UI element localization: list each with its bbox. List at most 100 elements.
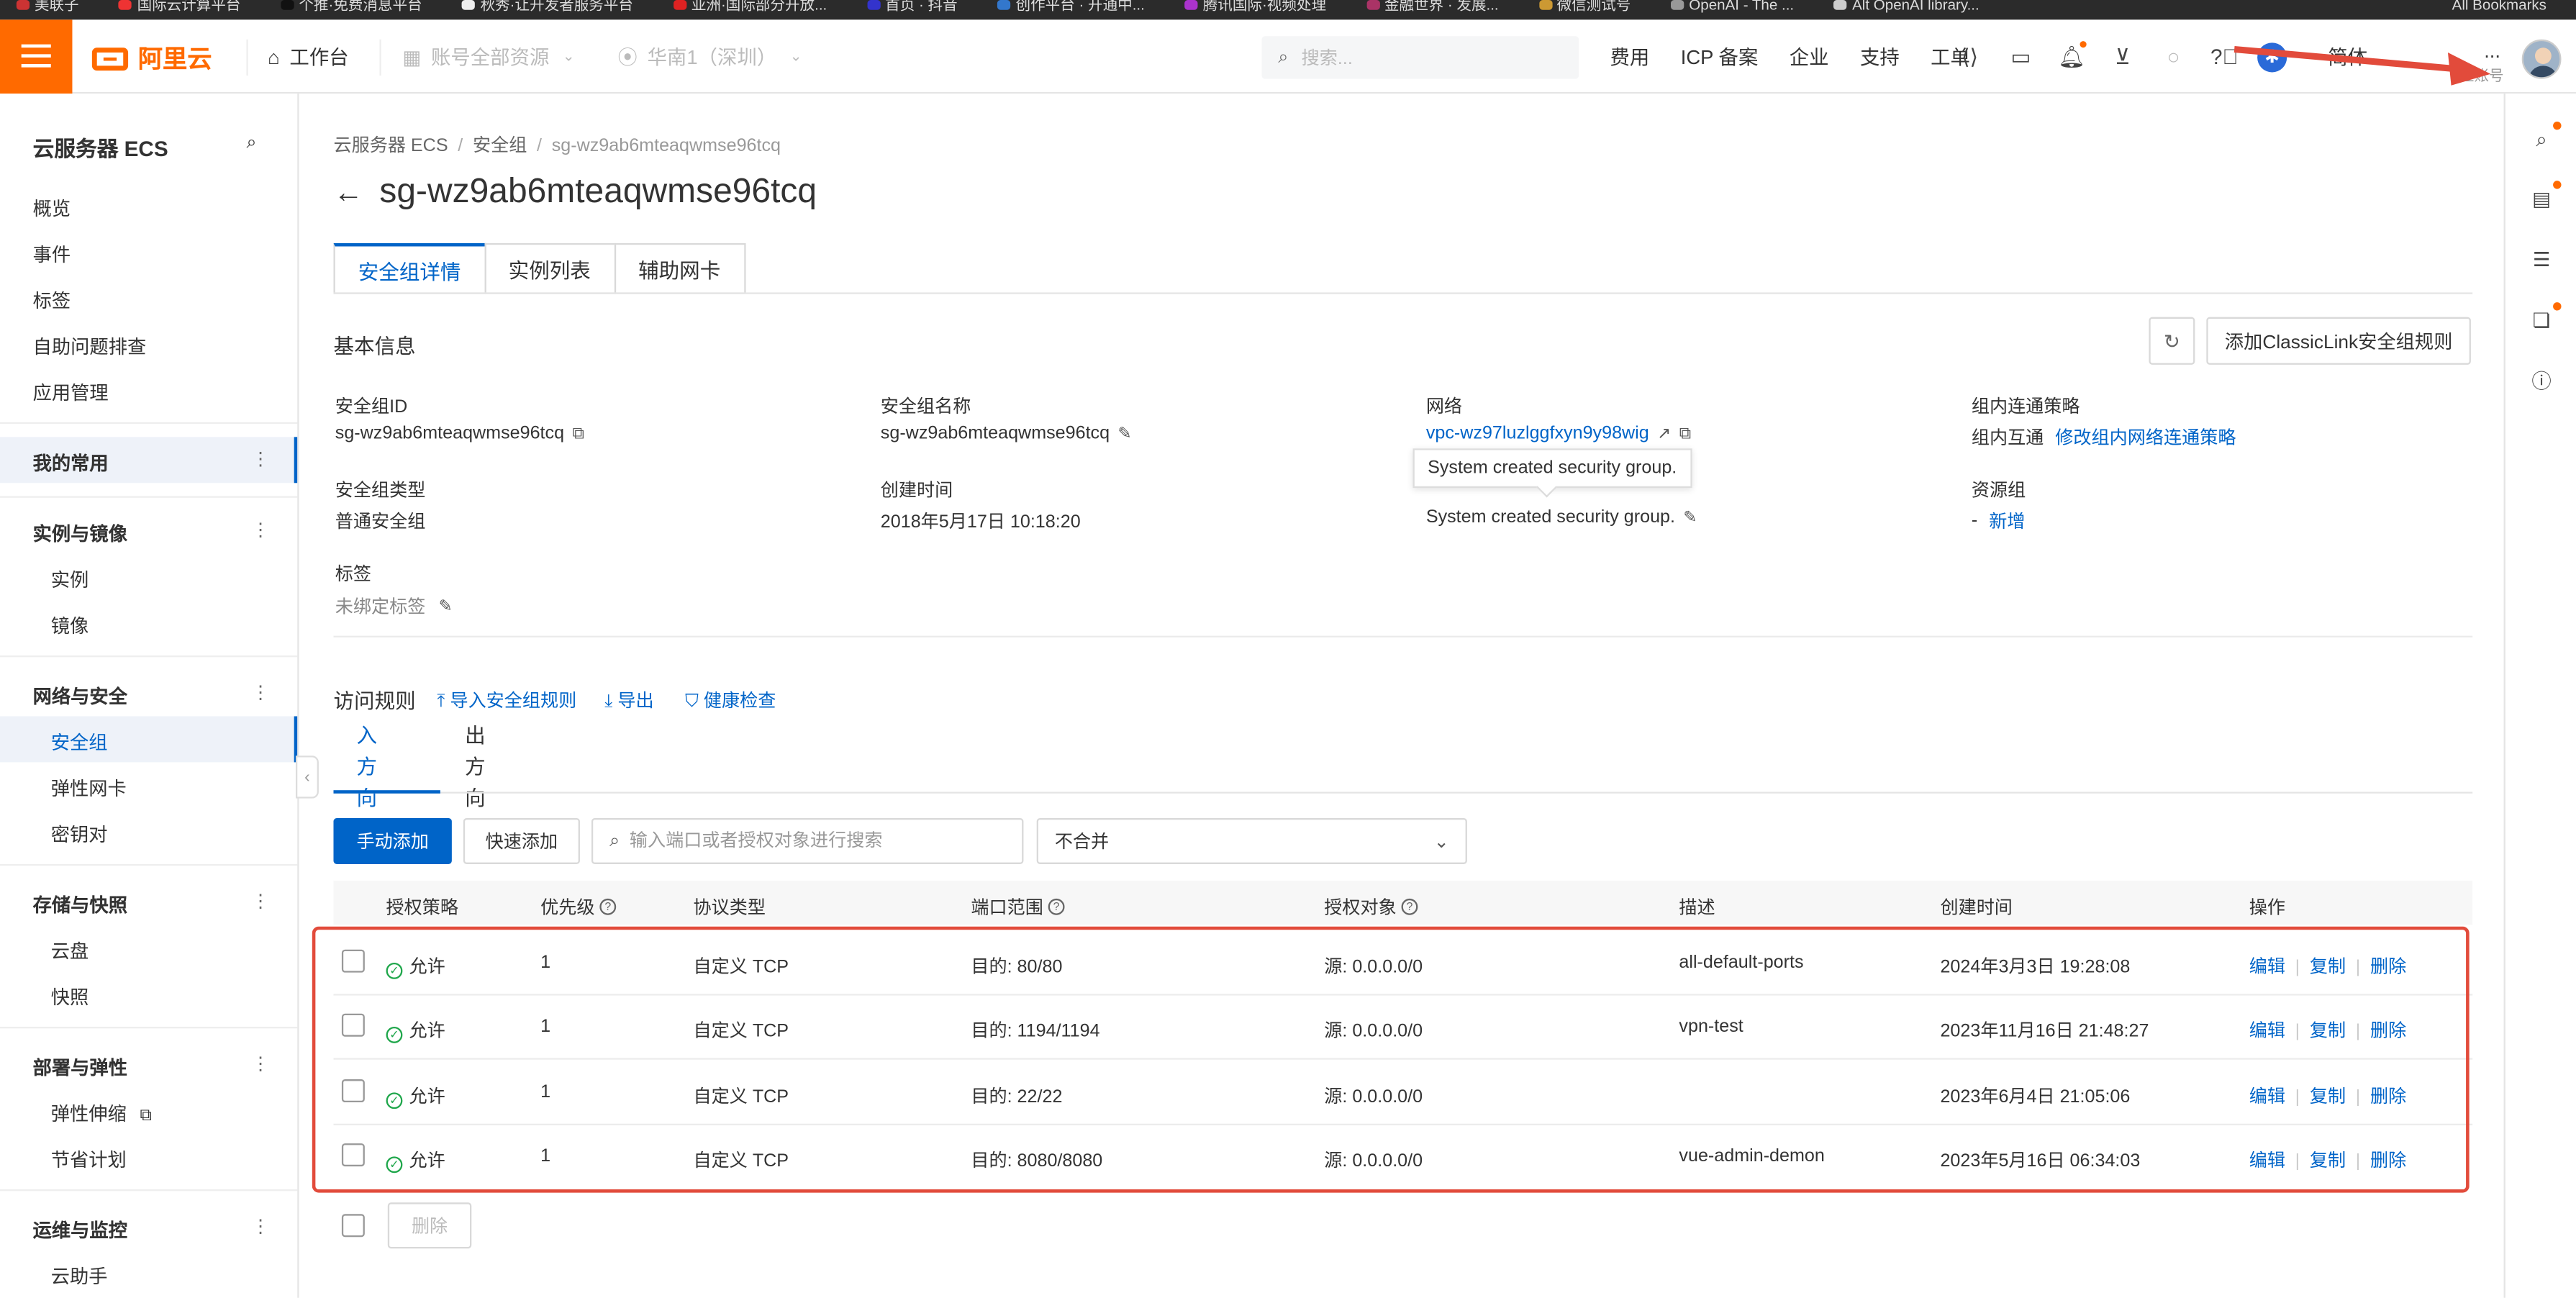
sidebar-item-cloud-assistant[interactable]: 云助手 [51, 1263, 108, 1290]
vpc-link[interactable]: vpc-wz97luzlggfxyn9y98wig [1426, 424, 1649, 443]
sidebar-item-instances[interactable]: 实例 [51, 567, 89, 594]
bookmark-item[interactable]: 金融世界 · 发展... [1350, 0, 1515, 12]
breadcrumb-security-group[interactable]: 安全组 [473, 137, 527, 156]
terminal-icon[interactable]: ▭ [2003, 39, 2038, 75]
row-checkbox[interactable] [341, 949, 365, 973]
copy-button[interactable]: 复制 [2310, 958, 2346, 977]
checklist-icon[interactable]: ☰ [2529, 246, 2555, 273]
delete-button[interactable]: 删除 [2370, 1152, 2406, 1171]
sidebar-section-instances[interactable]: 实例与镜像 [33, 521, 127, 548]
bookmark-item[interactable]: 创作平台 · 开通中... [981, 0, 1161, 12]
sidebar-item-disks[interactable]: 云盘 [51, 938, 89, 965]
delete-button[interactable]: 删除 [2370, 958, 2406, 977]
copy-button[interactable]: 复制 [2310, 1087, 2346, 1107]
bookmark-item[interactable]: 个推·免费消息平台 [264, 0, 438, 12]
refresh-button[interactable]: ↻ [2149, 317, 2195, 365]
bookmark-item[interactable]: 腾讯国际·视频处理 [1169, 0, 1343, 12]
sidebar-item-savings-plan[interactable]: 节省计划 [51, 1147, 127, 1174]
help-icon[interactable]: ? [1048, 898, 1065, 915]
manual-add-button[interactable]: 手动添加 [333, 818, 452, 864]
sidebar-item-keypairs[interactable]: 密钥对 [51, 822, 108, 848]
quick-add-button[interactable]: 快速添加 [463, 818, 580, 864]
ai-assistant-icon[interactable]: ✱ [2257, 42, 2287, 72]
sidebar-section-favorites[interactable]: 我的常用 [33, 450, 109, 477]
search-icon[interactable]: ⌕ [246, 133, 256, 155]
icp-link[interactable]: ICP 备案 [1681, 42, 1759, 71]
bulb-icon[interactable]: ○ [2156, 39, 2192, 75]
docs-icon[interactable]: ❏ [2529, 302, 2562, 334]
sidebar-section-network[interactable]: 网络与安全 [33, 684, 127, 710]
delete-button[interactable]: 删除 [2370, 1087, 2406, 1107]
sidebar-collapse-button[interactable]: ‹ [295, 755, 319, 799]
sidebar-item-images[interactable]: 镜像 [51, 613, 89, 640]
sidebar-item-overview[interactable]: 概览 [33, 196, 71, 222]
all-bookmarks[interactable]: All Bookmarks [2436, 0, 2563, 12]
workbench-link[interactable]: ⌂ 工作台 [268, 19, 348, 94]
edit-icon[interactable]: ✎ [1683, 509, 1697, 527]
bookmark-item[interactable]: 微信测试号 [1523, 0, 1648, 12]
more-icon[interactable]: ⋮ [251, 1053, 269, 1074]
edit-button[interactable]: 编辑 [2249, 958, 2285, 977]
language-switch[interactable]: 简体 [2328, 19, 2367, 94]
enterprise-link[interactable]: 企业 [1790, 42, 1829, 71]
edit-button[interactable]: 编辑 [2249, 1022, 2285, 1041]
more-icon[interactable]: ⋮ [251, 1216, 269, 1237]
edit-button[interactable]: 编辑 [2249, 1087, 2285, 1107]
more-icon[interactable]: ⋮ [251, 682, 269, 703]
sidebar-item-troubleshoot[interactable]: 自助问题排查 [33, 333, 147, 360]
bookmark-item[interactable]: 国际云计算平台 [103, 0, 258, 12]
tab-secondary-eni[interactable]: 辅助网卡 [613, 242, 745, 294]
row-checkbox[interactable] [341, 1079, 365, 1103]
row-checkbox[interactable] [341, 1143, 365, 1167]
bookmark-item[interactable]: 首页 · 抖音 [851, 0, 974, 12]
add-resource-group-link[interactable]: 新增 [1989, 508, 2025, 535]
edit-icon[interactable]: ✎ [439, 597, 453, 615]
help-icon[interactable]: ?⃝ [2206, 39, 2242, 75]
delete-button[interactable]: 删除 [2370, 1022, 2406, 1041]
export-rules-link[interactable]: ⤓ 导出 [604, 686, 653, 713]
help-icon[interactable]: ⓘ [2529, 366, 2555, 393]
help-icon[interactable]: ? [1401, 898, 1418, 915]
tab-inbound[interactable]: 入方向 [356, 725, 377, 810]
import-rules-link[interactable]: ⤒ 导入安全组规则 [437, 686, 576, 713]
sidebar-item-app-management[interactable]: 应用管理 [33, 379, 109, 406]
back-arrow-icon[interactable]: ← [333, 175, 363, 209]
sidebar-item-events[interactable]: 事件 [33, 242, 71, 268]
bookmark-item[interactable]: OpenAI - The ... [1654, 0, 1810, 12]
merge-select[interactable]: 不合并 ⌄ [1036, 818, 1467, 864]
sidebar-section-storage[interactable]: 存储与快照 [33, 892, 127, 919]
avatar[interactable] [2521, 39, 2562, 79]
tab-details[interactable]: 安全组详情 [333, 242, 486, 294]
menu-toggle-button[interactable] [0, 19, 73, 94]
sidebar-item-autoscaling[interactable]: 弹性伸缩 ⧉ [51, 1101, 152, 1127]
book-icon[interactable]: ▤ [2529, 181, 2562, 212]
more-icon[interactable]: ⋮ [251, 519, 269, 540]
tab-instances[interactable]: 实例列表 [484, 242, 616, 294]
row-checkbox[interactable] [341, 1013, 365, 1037]
more-icon[interactable]: ⋮ [251, 448, 269, 470]
code-icon[interactable]: ⟨⟩ [1951, 39, 1987, 75]
support-link[interactable]: 支持 [1860, 42, 1900, 71]
account-name[interactable]: ... [2484, 40, 2500, 63]
help-icon[interactable]: ? [599, 898, 617, 915]
health-check-link[interactable]: ⛉ 健康检查 [685, 686, 776, 713]
copy-icon[interactable]: ⧉ [572, 425, 584, 442]
copy-button[interactable]: 复制 [2310, 1022, 2346, 1041]
more-icon[interactable]: ⋮ [251, 890, 269, 912]
region-select[interactable]: ⦿ 华南1（深圳） ⌄ [617, 19, 802, 94]
cart-icon[interactable]: ⊻ [2105, 39, 2141, 75]
breadcrumb-ecs[interactable]: 云服务器 ECS [333, 137, 448, 156]
copy-icon[interactable]: ⧉ [1679, 425, 1691, 442]
sidebar-section-deploy[interactable]: 部署与弹性 [33, 1055, 127, 1081]
tab-outbound[interactable]: 出方向 [465, 725, 486, 810]
rule-search-input[interactable] [629, 831, 992, 851]
billing-link[interactable]: 费用 [1610, 42, 1650, 71]
add-classiclink-button[interactable]: 添加ClassicLink安全组规则 [2206, 317, 2471, 365]
sidebar-item-tags[interactable]: 标签 [33, 288, 71, 314]
sidebar-item-eni[interactable]: 弹性网卡 [51, 776, 127, 802]
search-icon[interactable]: ⌕ [2529, 121, 2562, 153]
bookmark-item[interactable]: 亚洲·国际部分开放... [657, 0, 843, 12]
copy-button[interactable]: 复制 [2310, 1152, 2346, 1171]
sidebar-item-snapshots[interactable]: 快照 [51, 984, 89, 1011]
brand-logo[interactable]: 阿里云 [91, 41, 212, 76]
